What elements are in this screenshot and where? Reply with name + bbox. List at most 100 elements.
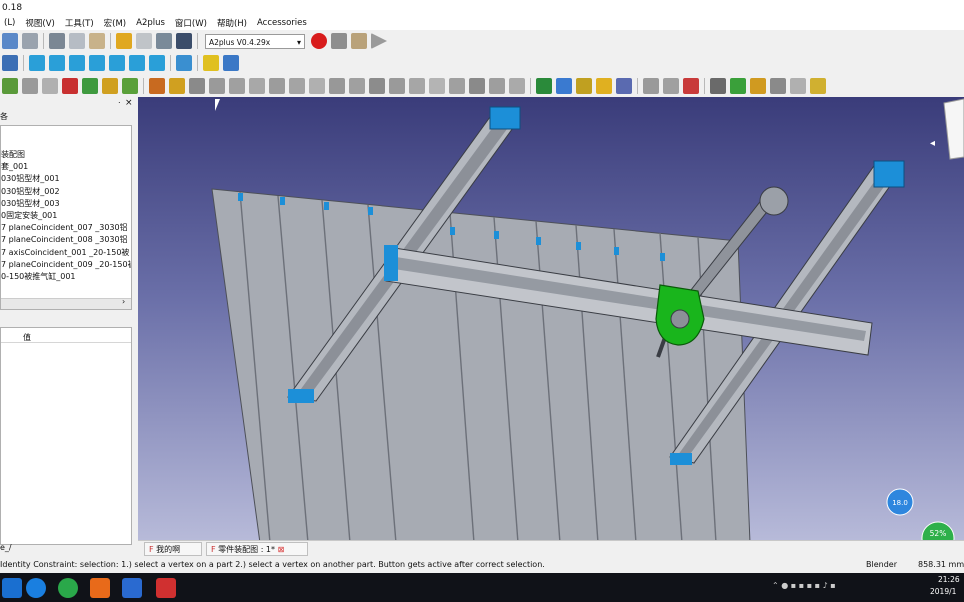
menu-item-tools[interactable]: 工具(T) [61, 17, 100, 29]
grid-icon[interactable] [710, 78, 726, 94]
point-identity-icon[interactable] [149, 78, 165, 94]
view-bottom-icon[interactable] [129, 55, 145, 71]
cut-section-icon[interactable] [663, 78, 679, 94]
save-icon[interactable] [2, 33, 18, 49]
info-icon[interactable] [750, 78, 766, 94]
tree-item[interactable]: 7 planeCoincident_009 _20-150被 [1, 259, 131, 271]
update-parts-icon[interactable] [82, 78, 98, 94]
axis-plane-parallel-icon[interactable] [269, 78, 285, 94]
move-part-icon[interactable] [22, 78, 38, 94]
freecad-taskbar-icon[interactable] [156, 578, 176, 598]
menu-item-view[interactable]: 视图(V) [21, 17, 60, 29]
close-icon[interactable]: ⊠ [278, 545, 285, 554]
bom-icon[interactable] [616, 78, 632, 94]
edit-part-icon[interactable] [62, 78, 78, 94]
warning-icon[interactable] [576, 78, 592, 94]
menu-item-accessories[interactable]: Accessories [253, 18, 313, 28]
redo-icon[interactable] [136, 33, 152, 49]
axis-parallel-icon[interactable] [249, 78, 265, 94]
edit-macro-icon[interactable] [351, 33, 367, 49]
tag-icon[interactable] [810, 78, 826, 94]
panel-float-icon[interactable]: ᐧ [118, 99, 120, 109]
app-icon[interactable] [122, 578, 142, 598]
plane-parallel-icon[interactable] [289, 78, 305, 94]
print-icon[interactable] [22, 33, 38, 49]
edge-icon[interactable] [26, 578, 46, 598]
model-tree[interactable]: 装配图 套_001 030铝型材_001 030铝型材_002 030铝型材_0… [0, 125, 132, 310]
tree-item[interactable]: 装配图 [1, 149, 131, 161]
view-top-icon[interactable] [69, 55, 85, 71]
cleanup-icon[interactable] [683, 78, 699, 94]
paste-icon[interactable] [89, 33, 105, 49]
delete-constraints-icon[interactable] [389, 78, 405, 94]
app-icon[interactable] [58, 578, 78, 598]
tree-scrollbar[interactable] [1, 298, 131, 309]
folder-icon[interactable] [223, 55, 239, 71]
cut-icon[interactable] [49, 33, 65, 49]
tree-item[interactable]: 030铝型材_002 [1, 186, 131, 198]
part-icon[interactable] [203, 55, 219, 71]
app-icon[interactable] [90, 578, 110, 598]
tree-item[interactable]: 7 planeCoincident_008 _3030铝 [1, 234, 131, 246]
view-isometric-icon[interactable] [29, 55, 45, 71]
angled-planes-icon[interactable] [329, 78, 345, 94]
navigation-cube[interactable] [943, 98, 964, 160]
stop-macro-icon[interactable] [331, 33, 347, 49]
unlock-part-icon[interactable] [469, 78, 485, 94]
tree-icon[interactable] [730, 78, 746, 94]
point-on-plane-icon[interactable] [189, 78, 205, 94]
record-macro-icon[interactable] [311, 33, 327, 49]
partlist-icon[interactable] [596, 78, 612, 94]
workbench-selector[interactable]: A2plus V0.4.29x [205, 33, 305, 50]
copy-icon[interactable] [69, 33, 85, 49]
tree-item[interactable]: 030铝型材_001 [1, 173, 131, 185]
whats-this-icon[interactable] [176, 33, 192, 49]
lock-part-icon[interactable] [449, 78, 465, 94]
tree-item[interactable]: 0-150被推气缸_001 [1, 271, 131, 283]
refresh-icon[interactable] [156, 33, 172, 49]
tree-item[interactable]: 7 planeCoincident_007 _3030铝 [1, 222, 131, 234]
view-front-icon[interactable] [49, 55, 65, 71]
close-icon[interactable]: × [125, 98, 133, 108]
tree-item[interactable]: 套_001 [1, 161, 131, 173]
tab-document-2[interactable]: F 零件装配图 : 1* ⊠ [206, 542, 308, 556]
circular-edge-icon[interactable] [209, 78, 225, 94]
center-of-mass-icon[interactable] [349, 78, 365, 94]
view-right-icon[interactable] [89, 55, 105, 71]
tab-document-1[interactable]: F 我的啊 [144, 542, 202, 556]
edit-constraint-icon[interactable] [409, 78, 425, 94]
chevron-right-icon[interactable]: › [122, 297, 125, 306]
menu-item-file[interactable]: (L) [0, 18, 21, 28]
3d-viewport[interactable]: ◂ 18.0 52% [138, 97, 964, 540]
view-rear-icon[interactable] [109, 55, 125, 71]
nav-cube-arrow-icon[interactable]: ◂ [930, 138, 935, 149]
view-style-icon[interactable] [2, 55, 18, 71]
undo-icon[interactable] [116, 33, 132, 49]
tree-item[interactable]: 030铝型材_003 [1, 198, 131, 210]
solve-button-icon[interactable] [556, 78, 572, 94]
measure-icon[interactable] [176, 55, 192, 71]
menu-item-a2plus[interactable]: A2plus [132, 18, 171, 28]
zoom-icon[interactable] [643, 78, 659, 94]
point-on-line-icon[interactable] [169, 78, 185, 94]
menu-item-help[interactable]: 帮助(H) [213, 17, 253, 29]
selection-view-icon[interactable] [536, 78, 552, 94]
menu-item-window[interactable]: 窗口(W) [171, 17, 213, 29]
convert-part-icon[interactable] [102, 78, 118, 94]
plane-coincident-icon[interactable] [309, 78, 325, 94]
axis-coincident-icon[interactable] [229, 78, 245, 94]
table-icon[interactable] [770, 78, 786, 94]
navigation-style-label[interactable]: Blender [866, 557, 897, 573]
search-icon[interactable] [2, 578, 22, 598]
duplicate-part-icon[interactable] [42, 78, 58, 94]
rotate-part-icon[interactable] [489, 78, 505, 94]
tree-item[interactable]: 7 axisCoincident_001 _20-150被 [1, 247, 131, 259]
add-part-icon[interactable] [2, 78, 18, 94]
tree-item[interactable]: 0固定安装_001 [1, 210, 131, 222]
view-left-icon[interactable] [149, 55, 165, 71]
menu-item-macro[interactable]: 宏(M) [100, 17, 132, 29]
sphere-constraint-icon[interactable] [369, 78, 385, 94]
show-constraints-icon[interactable] [509, 78, 525, 94]
date-icon[interactable] [790, 78, 806, 94]
flip-direction-icon[interactable] [429, 78, 445, 94]
